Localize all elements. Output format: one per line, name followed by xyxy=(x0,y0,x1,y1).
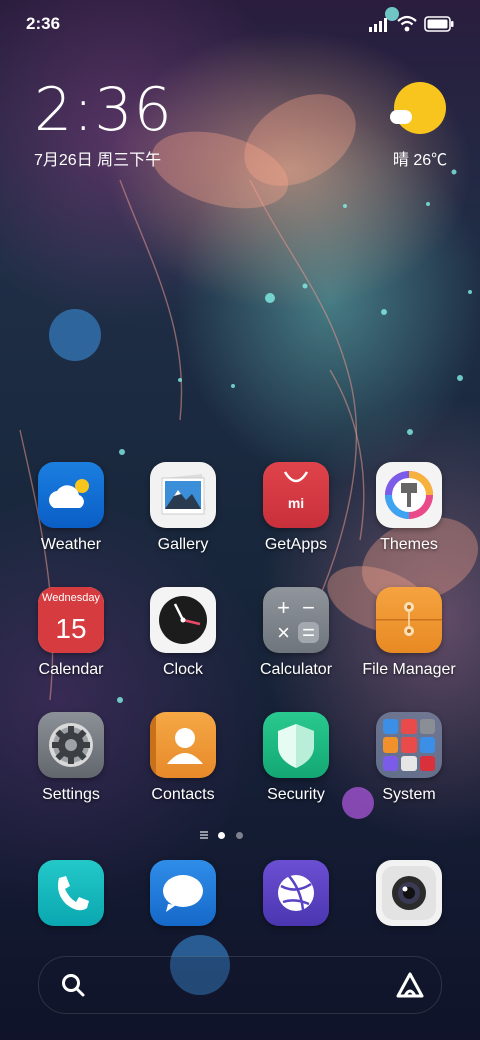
app-contacts[interactable]: Contacts xyxy=(127,712,239,804)
page-indicator[interactable] xyxy=(200,829,280,841)
app-label: System xyxy=(382,786,436,803)
dock-phone[interactable] xyxy=(15,860,127,926)
app-file-manager[interactable]: File Manager xyxy=(353,587,465,679)
status-bar: 2:36 xyxy=(0,0,480,50)
dock-messages[interactable] xyxy=(127,860,239,926)
weather-app-icon xyxy=(38,462,104,528)
battery-icon xyxy=(424,16,454,32)
status-time: 2:36 xyxy=(26,14,61,33)
widget-time: 2:36 xyxy=(34,75,173,145)
app-label: Contacts xyxy=(151,786,215,803)
signal-icon xyxy=(369,18,387,32)
app-label: Gallery xyxy=(157,536,209,553)
app-security[interactable]: Security xyxy=(240,712,352,804)
dock-browser[interactable] xyxy=(240,860,352,926)
search-icon[interactable] xyxy=(60,972,86,998)
app-calendar[interactable]: Wednesday 15 Calendar xyxy=(15,587,127,679)
gallery-icon xyxy=(150,462,216,528)
calc-times: × xyxy=(277,620,290,645)
app-label: Security xyxy=(267,786,325,803)
sunny-cloud-icon xyxy=(390,82,446,134)
calc-plus: + xyxy=(277,595,290,620)
widget-date: 7月26日 周三下午 xyxy=(34,152,162,169)
app-label: Weather xyxy=(40,536,102,553)
folder-icon xyxy=(376,587,442,653)
app-getapps[interactable]: mi GetApps xyxy=(240,462,352,554)
messages-icon xyxy=(150,860,216,926)
clock-widget[interactable]: 2:36 7月26日 周三下午 xyxy=(34,80,173,170)
brush-icon xyxy=(376,462,442,528)
page-list-icon xyxy=(200,831,208,839)
app-label: Calculator xyxy=(259,661,333,678)
app-label: GetApps xyxy=(264,536,328,553)
app-label: File Manager xyxy=(362,661,456,678)
shopping-bag-icon: mi xyxy=(263,462,329,528)
camera-icon xyxy=(376,860,442,926)
page-dot-1[interactable] xyxy=(218,832,225,839)
app-label: Clock xyxy=(162,661,203,678)
calc-minus: − xyxy=(302,595,315,620)
shield-icon xyxy=(263,712,329,778)
app-label: Settings xyxy=(42,786,100,803)
phone-icon xyxy=(38,860,104,926)
app-label: Themes xyxy=(380,536,438,553)
calendar-weekday: Wednesday xyxy=(38,587,104,609)
folder-grid-icon xyxy=(376,712,442,778)
app-gallery[interactable]: Gallery xyxy=(127,462,239,554)
weather-widget[interactable]: 晴 26℃ xyxy=(380,82,460,170)
contact-person-icon xyxy=(150,712,216,778)
gear-icon xyxy=(38,712,104,778)
app-calculator[interactable]: + − × = Calculator xyxy=(240,587,352,679)
assistant-icon[interactable] xyxy=(395,972,425,998)
app-folder-system[interactable]: System xyxy=(353,712,465,804)
app-settings[interactable]: Settings xyxy=(15,712,127,804)
getapps-mi-text: mi xyxy=(287,495,305,511)
dock-camera[interactable] xyxy=(353,860,465,926)
page-dot-2[interactable] xyxy=(236,832,243,839)
search-bar[interactable] xyxy=(38,956,442,1014)
calendar-day: 15 xyxy=(38,609,104,653)
app-weather[interactable]: Weather xyxy=(15,462,127,554)
calculator-icon: + − × = xyxy=(263,587,329,653)
app-clock[interactable]: Clock xyxy=(127,587,239,679)
app-label: Calendar xyxy=(38,661,104,678)
clock-icon xyxy=(150,587,216,653)
wifi-icon xyxy=(397,15,417,32)
calendar-icon: Wednesday 15 xyxy=(38,587,104,653)
calc-equals: = xyxy=(298,622,319,644)
weather-summary: 晴 26℃ xyxy=(392,152,448,169)
app-themes[interactable]: Themes xyxy=(353,462,465,554)
browser-icon xyxy=(263,860,329,926)
